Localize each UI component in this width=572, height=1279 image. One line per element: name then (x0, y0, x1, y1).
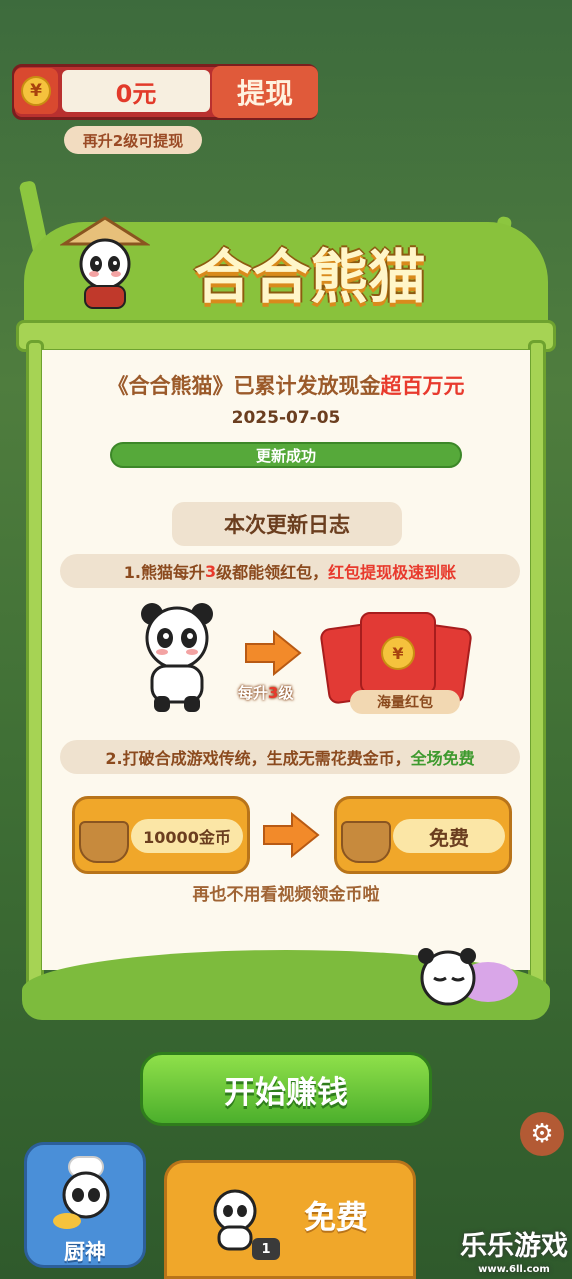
withdraw-hint: 再升2级可提现 (64, 126, 202, 154)
watermark-sub: www.6ll.com (478, 1264, 550, 1275)
basket-icon-2 (341, 821, 391, 863)
update-status-bar: 更新成功 (110, 442, 462, 468)
bamboo-rail-top (16, 320, 556, 352)
level-up-suffix: 级 (278, 684, 294, 702)
watermark: 乐乐游戏 www.6ll.com (458, 1230, 570, 1278)
bamboo-side-right (528, 340, 546, 990)
level-up-label: 每升3级 (238, 682, 293, 703)
log-item-2: 2.打破合成游戏传统，生成无需花费金币， 全场免费 (60, 740, 520, 774)
arrow-right-icon-2 (263, 812, 320, 858)
yen-coin-icon: ¥ (21, 76, 51, 106)
log-item-1: 1.熊猫每升 3 级都能领红包， 红包提现极速到账 (60, 554, 520, 588)
game-title: 合合熊猫 (193, 243, 426, 311)
free-panel: 免费 (334, 796, 512, 874)
basket-icon (79, 821, 129, 863)
coin-cost-panel: 10000金币 (72, 796, 250, 874)
panda-character-icon (141, 603, 213, 712)
balance-amount: 0元 (62, 70, 210, 112)
start-earning-button[interactable]: 开始赚钱 (140, 1052, 432, 1126)
watermark-main: 乐乐游戏 (460, 1231, 568, 1262)
level-up-prefix: 每升 (238, 684, 269, 702)
log-item-1-mid: 级都能领红包， (216, 563, 329, 582)
red-envelope-center: ¥ (360, 612, 436, 694)
update-date: 2025-07-05 (231, 408, 341, 428)
log-item-1-highlight: 红包提现极速到账 (328, 563, 457, 582)
free-panel-label: 免费 (393, 819, 505, 853)
settings-gear-icon[interactable]: ⚙ (520, 1112, 564, 1156)
headline: 《合合熊猫》已累计发放现金超百万元 (42, 370, 530, 400)
sleeping-panda-icon (418, 948, 518, 1006)
footnote: 再也不用看视频领金币啦 (192, 885, 380, 905)
arrow-right-icon (245, 630, 302, 676)
yen-badge: ¥ (14, 68, 58, 114)
free-card-label: 免费 (303, 1198, 368, 1236)
log-item-1-prefix: 1.熊猫每升 (123, 563, 206, 582)
update-log-title: 本次更新日志 (172, 502, 402, 546)
withdraw-button[interactable]: 提现 (212, 66, 318, 118)
coin-cost-label: 10000金币 (131, 819, 243, 853)
level-up-num: 3 (268, 684, 279, 702)
headline-prefix: 《合合熊猫》已累计发放现金 (107, 374, 381, 398)
log-item-2-highlight: 全场免费 (410, 749, 475, 768)
log-item-1-num: 3 (205, 561, 217, 581)
free-card-count: 1 (252, 1238, 280, 1260)
log-item-2-prefix: 2.打破合成游戏传统，生成无需花费金币， (105, 749, 411, 768)
envelope-label: 海量红包 (350, 690, 460, 714)
headline-highlight: 超百万元 (380, 374, 465, 398)
envelope-yen-icon: ¥ (381, 636, 415, 670)
chef-panda-icon (53, 1156, 110, 1229)
chef-label: 厨神 (64, 1240, 106, 1264)
panda-mascot-icon (60, 216, 150, 309)
